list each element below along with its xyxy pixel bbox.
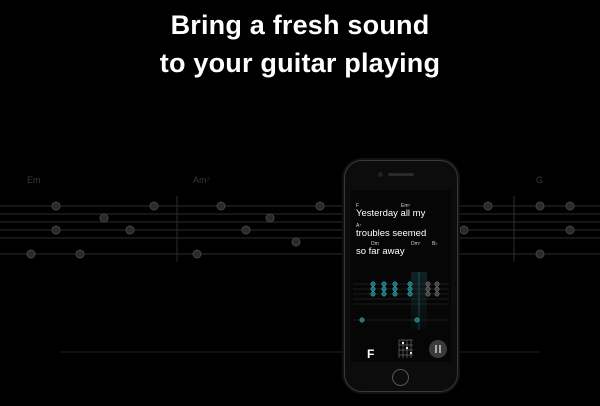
bg-chord-label-em: Em [27, 175, 41, 185]
fret-dot [392, 291, 398, 297]
fret-dot [414, 317, 420, 323]
headline-line-1: Bring a fresh sound [170, 10, 430, 40]
chord-label: B♭ [432, 241, 438, 247]
lyric-line: troubles seemed [356, 228, 427, 239]
fret-dot [407, 281, 413, 287]
bg-chord-label-g: G [536, 175, 543, 185]
fret-dot [434, 291, 440, 297]
fret-dot [381, 286, 387, 292]
bg-note-dot [125, 225, 135, 235]
fret-dot [359, 317, 365, 323]
bg-note-dot [149, 201, 159, 211]
pause-button[interactable] [429, 340, 447, 358]
bg-note-dot [535, 249, 545, 259]
bg-note-dot [565, 201, 575, 211]
bg-note-dot [75, 249, 85, 259]
headline: Bring a fresh sound to your guitar playi… [0, 6, 600, 82]
fret-dot [407, 286, 413, 292]
bg-note-dot [51, 225, 61, 235]
fret-dot [425, 286, 431, 292]
lyric-line: so far away [356, 246, 405, 257]
bg-note-dot [535, 201, 545, 211]
bg-note-dot [99, 213, 109, 223]
bg-note-dot [459, 225, 469, 235]
fret-dot [434, 286, 440, 292]
bg-note-dot [483, 201, 493, 211]
fret-dot [370, 291, 376, 297]
bg-note-dot [315, 201, 325, 211]
fret-dot [392, 286, 398, 292]
bg-note-dot [265, 213, 275, 223]
fret-dot [407, 291, 413, 297]
chord-label: Dm⁷ [411, 241, 421, 247]
bg-note-dot [192, 249, 202, 259]
phone-mockup: F Em⁷ Yesterday all my A⁷ troubles seeme… [344, 160, 458, 392]
fret-dot [370, 281, 376, 287]
bg-note-dot [51, 201, 61, 211]
phone-screen: F Em⁷ Yesterday all my A⁷ troubles seeme… [351, 190, 451, 362]
speaker-grille [388, 173, 414, 176]
bg-note-dot [26, 249, 36, 259]
current-chord-name: F [367, 347, 375, 361]
camera-icon [378, 172, 383, 177]
chord-diagram-icon [398, 339, 413, 358]
headline-line-2: to your guitar playing [159, 48, 441, 78]
fret-dot [381, 291, 387, 297]
bg-note-dot [291, 237, 301, 247]
fret-dot [425, 291, 431, 297]
bg-note-dot [216, 201, 226, 211]
home-button[interactable] [392, 369, 409, 386]
fret-dot [392, 281, 398, 287]
lyric-line: Yesterday all my [356, 208, 426, 219]
fret-dot [370, 286, 376, 292]
pause-icon [435, 345, 437, 353]
fret-dot [425, 281, 431, 287]
fretboard-view [353, 272, 449, 330]
bg-chord-label-am7: Am⁷ [193, 175, 210, 185]
fret-dot [434, 281, 440, 287]
fret-dot [381, 281, 387, 287]
bg-note-dot [565, 225, 575, 235]
bg-note-dot [241, 225, 251, 235]
